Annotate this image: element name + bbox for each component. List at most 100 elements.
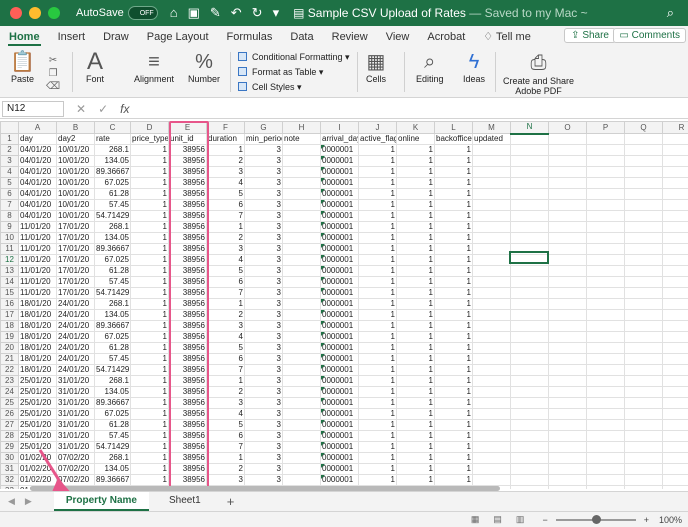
cell[interactable]: 1 <box>396 419 435 431</box>
cell[interactable]: 1 <box>396 276 435 288</box>
cell[interactable] <box>472 375 511 387</box>
cell[interactable]: 1 <box>434 243 473 255</box>
cell[interactable] <box>548 232 587 244</box>
cell[interactable]: 38956 <box>168 430 207 442</box>
column-header[interactable]: G <box>244 121 283 134</box>
column-header[interactable]: M <box>472 121 511 134</box>
sheet-tab-sheet1[interactable]: Sheet1 <box>157 492 213 511</box>
format-painter-icon[interactable]: ⌫ <box>46 80 60 93</box>
cell[interactable]: 1 <box>434 474 473 486</box>
cell[interactable]: 1 <box>434 155 473 167</box>
cell[interactable] <box>548 265 587 277</box>
cell[interactable]: 1 <box>130 232 169 244</box>
cell[interactable] <box>510 408 549 420</box>
cell[interactable]: 1 <box>130 342 169 354</box>
cell[interactable]: 18/01/20 <box>18 331 57 343</box>
cell[interactable]: 0000001 <box>320 155 359 167</box>
cell[interactable]: 38956 <box>168 177 207 189</box>
cell[interactable]: 3 <box>206 474 245 486</box>
cell[interactable] <box>510 452 549 464</box>
cell[interactable] <box>510 133 549 145</box>
cell[interactable]: 1 <box>130 243 169 255</box>
cell[interactable]: 268.1 <box>94 221 131 233</box>
cell[interactable]: 3 <box>244 265 283 277</box>
cell[interactable]: 1 <box>358 243 397 255</box>
cell[interactable] <box>548 375 587 387</box>
cell[interactable]: 1 <box>130 276 169 288</box>
cell[interactable] <box>548 397 587 409</box>
column-header[interactable]: H <box>282 121 321 134</box>
cell[interactable] <box>510 463 549 475</box>
cell[interactable]: 24/01/20 <box>56 364 95 376</box>
cell[interactable]: 1 <box>434 408 473 420</box>
cell[interactable] <box>282 199 321 211</box>
add-sheet-icon[interactable]: + <box>227 494 235 509</box>
cell[interactable]: backoffice <box>434 133 473 145</box>
column-header[interactable]: Q <box>624 121 663 134</box>
cell[interactable]: 1 <box>396 375 435 387</box>
cell[interactable]: 1 <box>434 331 473 343</box>
cell[interactable] <box>472 419 511 431</box>
cell[interactable]: 1 <box>434 166 473 178</box>
cell[interactable] <box>282 188 321 200</box>
cell[interactable] <box>586 243 625 255</box>
cell[interactable]: 3 <box>244 441 283 453</box>
zoom-window-button[interactable] <box>48 7 60 19</box>
cell[interactable] <box>472 254 511 266</box>
cell[interactable] <box>510 177 549 189</box>
cell[interactable]: 17/01/20 <box>56 265 95 277</box>
cell[interactable] <box>624 485 663 489</box>
cell[interactable]: 0000001 <box>320 397 359 409</box>
cell[interactable]: 1 <box>396 430 435 442</box>
customize-toolbar-icon[interactable]: ▾ <box>273 5 280 21</box>
cell[interactable] <box>282 177 321 189</box>
zoom-out-icon[interactable]: − <box>542 515 547 525</box>
cell[interactable]: 38956 <box>168 408 207 420</box>
cell[interactable]: 1 <box>396 210 435 222</box>
column-header[interactable]: J <box>358 121 397 134</box>
cell[interactable]: rate <box>94 133 131 145</box>
cell[interactable] <box>662 408 688 420</box>
cell[interactable] <box>510 221 549 233</box>
cell[interactable]: 89.36667 <box>94 474 131 486</box>
cell[interactable]: 3 <box>206 243 245 255</box>
cell[interactable] <box>586 386 625 398</box>
cell[interactable] <box>282 243 321 255</box>
cell[interactable]: 6 <box>206 276 245 288</box>
cut-icon[interactable]: ✂ <box>46 54 60 67</box>
cell[interactable]: 3 <box>244 276 283 288</box>
create-share-pdf-button[interactable]: ⎙ Create and Share Adobe PDF <box>503 50 574 96</box>
cell[interactable]: 1 <box>358 408 397 420</box>
row-header[interactable]: 21 <box>0 353 19 365</box>
cell[interactable]: 1 <box>434 430 473 442</box>
cell[interactable]: 04/01/20 <box>18 188 57 200</box>
cell[interactable] <box>282 265 321 277</box>
row-header[interactable]: 2 <box>0 144 19 156</box>
cell[interactable]: 1 <box>130 265 169 277</box>
row-header[interactable]: 12 <box>0 254 19 266</box>
tab-home[interactable]: Home <box>0 31 49 46</box>
cell[interactable]: 1 <box>396 353 435 365</box>
cell[interactable]: 1 <box>396 177 435 189</box>
cell[interactable]: 38956 <box>168 243 207 255</box>
cell[interactable]: 1 <box>358 342 397 354</box>
cell[interactable]: 0000001 <box>320 408 359 420</box>
cell[interactable] <box>510 331 549 343</box>
confirm-icon[interactable]: ✓ <box>98 102 108 116</box>
cell[interactable] <box>510 232 549 244</box>
cell[interactable] <box>624 331 663 343</box>
sheet-tab-property-name[interactable]: Property Name <box>53 492 149 511</box>
cell[interactable]: 38956 <box>168 320 207 332</box>
cell[interactable]: 1 <box>130 210 169 222</box>
spreadsheet-grid[interactable]: ABCDEFGHIJKLMNOPQR 1 day day2 rate price_typ… <box>0 121 688 489</box>
cell[interactable] <box>282 210 321 222</box>
redo-icon[interactable]: ↻ <box>252 5 263 21</box>
cell[interactable]: 1 <box>396 463 435 475</box>
cell[interactable]: 38956 <box>168 441 207 453</box>
cell[interactable]: 04/01/20 <box>18 155 57 167</box>
cell[interactable]: 11/01/20 <box>18 221 57 233</box>
column-header[interactable]: N <box>510 121 549 135</box>
cell[interactable]: 0000001 <box>320 188 359 200</box>
zoom-slider-thumb[interactable] <box>591 514 601 524</box>
cell[interactable]: 1 <box>396 441 435 453</box>
